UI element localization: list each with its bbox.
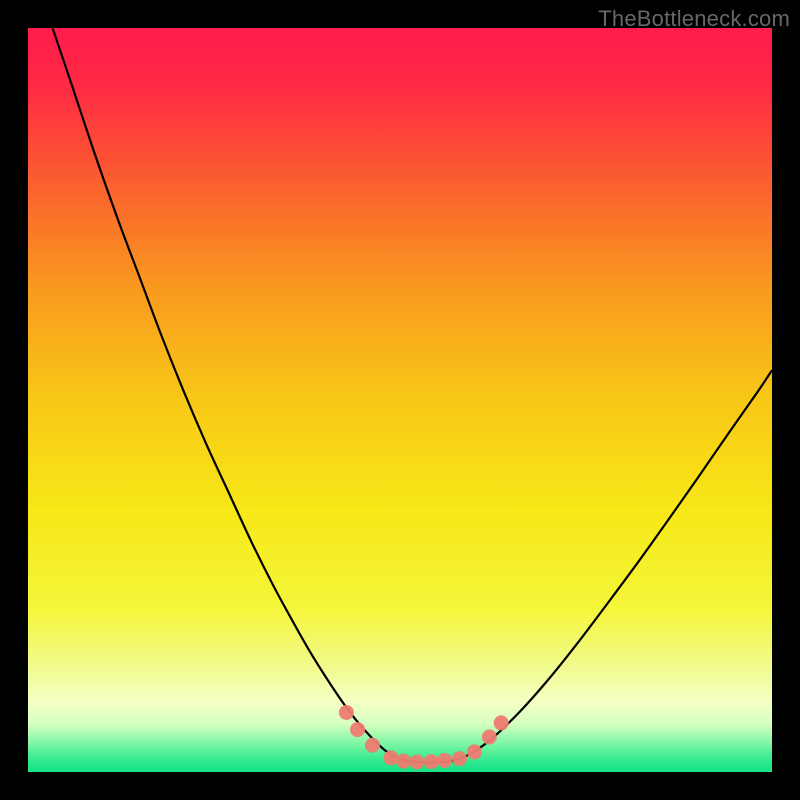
marker-dot	[424, 754, 439, 769]
marker-dot	[365, 738, 380, 753]
chart-frame	[28, 28, 772, 772]
marker-dot	[452, 751, 467, 766]
marker-dot	[339, 705, 354, 720]
marker-dot	[437, 753, 452, 768]
marker-dot	[494, 715, 509, 730]
marker-dot	[410, 754, 425, 769]
chart-plot	[28, 28, 772, 772]
marker-dot	[396, 754, 411, 769]
gradient-bg	[28, 28, 772, 772]
watermark-text: TheBottleneck.com	[598, 6, 790, 32]
marker-dot	[384, 750, 399, 765]
marker-dot	[482, 730, 497, 745]
marker-dot	[467, 744, 482, 759]
marker-dot	[350, 722, 365, 737]
